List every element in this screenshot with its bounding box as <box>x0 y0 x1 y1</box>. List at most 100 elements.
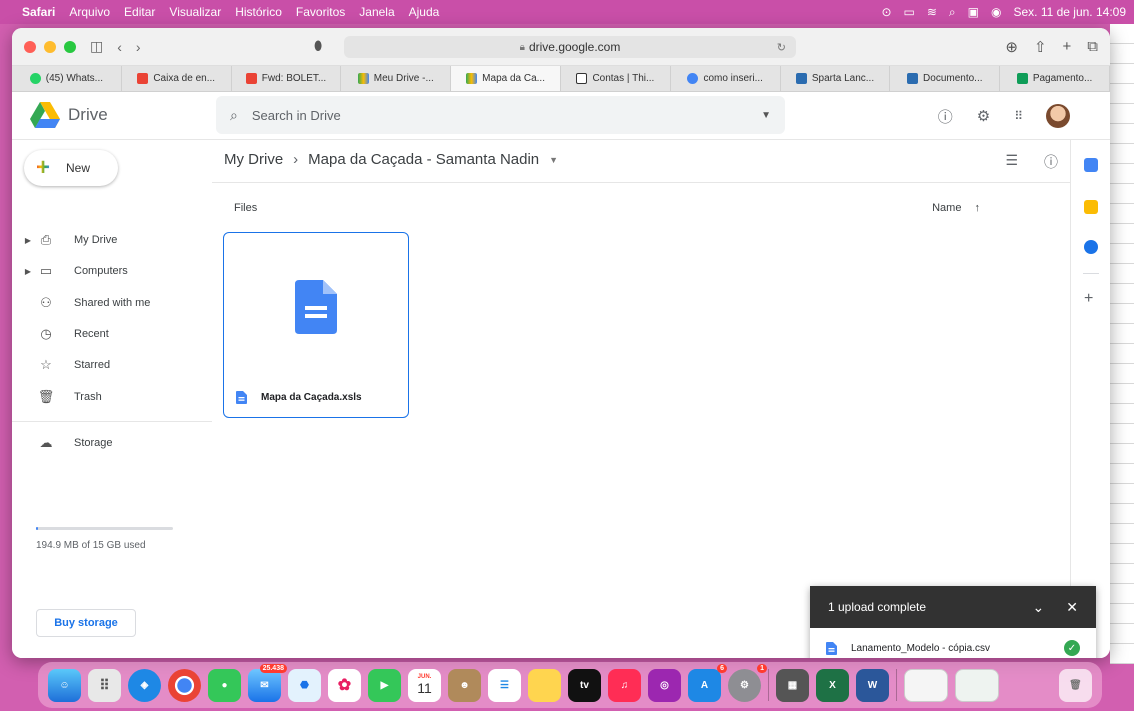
spotlight-icon[interactable]: ⌕ <box>949 5 956 20</box>
mail-icon[interactable]: ✉ 25.438 <box>248 663 287 702</box>
add-addon-icon[interactable]: + <box>1084 290 1093 308</box>
privacy-shield-icon[interactable]: ⬮ <box>314 38 322 54</box>
expand-arrow-icon[interactable]: ▶ <box>22 236 34 245</box>
system-preferences-icon[interactable]: ⚙ 1 <box>728 663 767 702</box>
close-window-button[interactable] <box>24 40 36 53</box>
menu-historico[interactable]: Histórico <box>235 5 282 19</box>
sidebar-item-storage[interactable]: ☁ Storage <box>12 431 113 455</box>
sidebar-item-trash[interactable]: 🗑︎ Trash <box>12 385 102 409</box>
search-placeholder: Search in Drive <box>251 107 341 123</box>
excel-icon[interactable]: X <box>816 668 849 702</box>
buy-storage-button[interactable]: Buy storage <box>36 609 136 637</box>
menu-arquivo[interactable]: Arquivo <box>69 5 110 19</box>
launchpad-icon[interactable]: ⠿ <box>88 668 121 702</box>
file-card[interactable]: Mapa da Caçada.xsls <box>223 232 409 418</box>
menu-visualizar[interactable]: Visualizar <box>169 5 221 19</box>
sidebar-item-computers[interactable]: ▶ ▭ Computers <box>12 259 128 283</box>
collapse-icon[interactable]: ⌄ <box>1033 599 1045 616</box>
tab-sparta[interactable]: Sparta Lanc... <box>781 66 891 91</box>
drive-logo[interactable]: Drive <box>30 102 108 128</box>
finder-icon[interactable]: ☺ <box>48 668 81 702</box>
calculator-icon[interactable]: ▦ <box>776 668 809 702</box>
downloads-icon[interactable]: ⊕ <box>1005 38 1018 56</box>
sidebar-item-recent[interactable]: ◷ Recent <box>12 322 109 346</box>
menu-ajuda[interactable]: Ajuda <box>409 5 440 19</box>
minimized-sheet-icon[interactable] <box>955 668 999 702</box>
keep-icon[interactable] <box>1084 200 1098 214</box>
apps-grid-icon[interactable]: ⠿ <box>1014 109 1023 123</box>
menu-safari[interactable]: Safari <box>22 5 55 19</box>
reminders-icon[interactable]: ☰ <box>488 668 521 702</box>
share-icon[interactable]: ⇧ <box>1034 38 1047 56</box>
tab-whatsapp[interactable]: (45) Whats... <box>12 66 122 91</box>
close-icon[interactable]: ✕ <box>1066 599 1078 616</box>
messages-icon[interactable]: ● <box>208 668 241 702</box>
new-button[interactable]: + New <box>24 150 118 186</box>
tab-documento[interactable]: Documento... <box>890 66 1001 91</box>
sidebar-toggle-icon[interactable]: ◫ <box>90 38 103 55</box>
calendar-icon[interactable] <box>1084 158 1098 172</box>
apple-tv-icon[interactable]: tv <box>568 668 601 702</box>
photos-icon[interactable]: ✿ <box>328 668 361 702</box>
tab-mapa-da-cacada[interactable]: Mapa da Ca... <box>451 66 561 91</box>
drive-icon <box>357 73 369 84</box>
zoom-window-button[interactable] <box>64 40 76 53</box>
safari-icon[interactable]: ◈ <box>128 668 161 702</box>
sidebar-item-shared[interactable]: ⚇ Shared with me <box>12 291 150 315</box>
menu-editar[interactable]: Editar <box>124 5 155 19</box>
address-bar[interactable]: 🔒︎ drive.google.com ↻ <box>344 36 796 58</box>
battery-icon[interactable]: ▭ <box>904 5 915 19</box>
maps-icon[interactable]: ⬣ <box>288 668 321 702</box>
siri-icon[interactable]: ◉ <box>991 5 1001 19</box>
facetime-icon[interactable]: ▶ <box>368 668 401 702</box>
app-store-icon[interactable]: A6 <box>688 663 727 702</box>
search-input[interactable]: ⌕ Search in Drive ▼ <box>216 96 785 134</box>
tab-gmail-boleto[interactable]: Fwd: BOLET... <box>232 66 342 91</box>
breadcrumb-current-folder[interactable]: Mapa da Caçada - Samanta Nadin <box>308 151 539 168</box>
tab-overview-icon[interactable]: ⧉ <box>1087 38 1098 56</box>
calendar-app-icon[interactable]: JUN. 11 <box>408 668 441 702</box>
sort-by-name[interactable]: Name ↑ <box>932 202 980 214</box>
avatar[interactable] <box>1046 104 1070 128</box>
tab-notion-contas[interactable]: Contas | Thi... <box>561 66 671 91</box>
contacts-icon[interactable]: ☻ <box>448 668 481 702</box>
wifi-icon[interactable]: ≋ <box>927 5 937 19</box>
menu-favoritos[interactable]: Favoritos <box>296 5 345 19</box>
tasks-icon[interactable] <box>1084 240 1098 254</box>
menu-clock[interactable]: Sex. 11 de jun. 14:09 <box>1013 5 1126 19</box>
folder-menu-icon[interactable]: ▼ <box>549 155 558 165</box>
settings-icon[interactable]: ⚙ <box>977 107 990 125</box>
new-tab-icon[interactable]: + <box>1063 38 1072 56</box>
music-icon[interactable]: ♫ <box>608 668 641 702</box>
sidebar-item-starred[interactable]: ☆ Starred <box>12 353 110 377</box>
tab-meu-drive[interactable]: Meu Drive -... <box>341 66 452 91</box>
notion-icon <box>576 73 588 84</box>
menu-janela[interactable]: Janela <box>359 5 394 19</box>
podcasts-icon[interactable]: ◎ <box>648 668 681 702</box>
notes-icon[interactable] <box>528 668 561 702</box>
tab-label: Pagamento... <box>1032 73 1093 84</box>
expand-arrow-icon[interactable]: ▶ <box>22 267 34 276</box>
forward-icon[interactable]: › <box>136 39 141 55</box>
list-view-icon[interactable]: ☰ <box>1005 152 1018 172</box>
sort-arrow-up-icon[interactable]: ↑ <box>975 202 981 214</box>
search-options-icon[interactable]: ▼ <box>761 110 771 121</box>
chrome-icon[interactable] <box>168 668 201 702</box>
upload-item[interactable]: Lanamento_Modelo - cópia.csv ✓ <box>810 628 1096 658</box>
sidebar-item-my-drive[interactable]: ▶ ⎙ My Drive <box>12 228 117 252</box>
search-icon[interactable]: ⌕ <box>230 107 238 124</box>
word-icon[interactable]: W <box>856 668 889 702</box>
minimize-window-button[interactable] <box>44 40 56 53</box>
breadcrumb-my-drive[interactable]: My Drive <box>224 151 283 168</box>
tab-pagamento[interactable]: Pagamento... <box>1000 66 1110 91</box>
reload-icon[interactable]: ↻ <box>777 41 786 54</box>
minimized-window-icon[interactable] <box>904 668 948 702</box>
back-icon[interactable]: ‹ <box>117 39 122 55</box>
tab-google-search[interactable]: como inseri... <box>671 66 781 91</box>
control-center-icon[interactable]: ▣ <box>968 5 979 19</box>
help-icon[interactable]: ⓘ <box>938 106 953 127</box>
details-info-icon[interactable]: ⓘ <box>1044 152 1058 172</box>
record-icon[interactable]: ⊙ <box>881 5 891 19</box>
tab-gmail-inbox[interactable]: Caixa de en... <box>122 66 232 91</box>
trash-bin-icon[interactable]: 🗑︎ <box>1059 668 1092 702</box>
